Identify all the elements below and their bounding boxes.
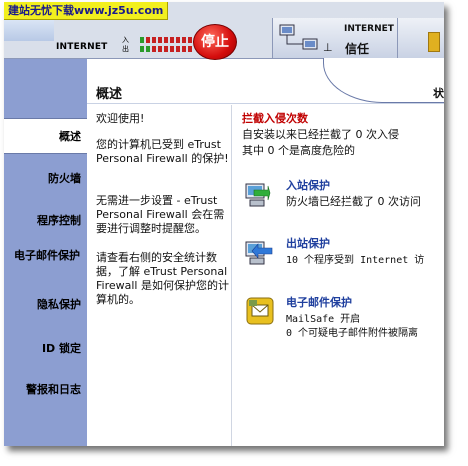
inbound-protection-link[interactable]: 入站保护 xyxy=(286,177,330,193)
content-header: 概述 状 xyxy=(87,58,444,104)
watermark: 建站无忧下载www.jz5u.com xyxy=(4,2,169,20)
stats-panel: 拦截入侵次数 自安装以来已经拦截了 0 次入侵 其中 0 个是高度危险的 入站保… xyxy=(232,105,444,446)
trust-label: 信任 xyxy=(345,42,370,56)
app-window: 建站无忧下载www.jz5u.com INTERNET 入 出 停止 INTER… xyxy=(4,2,444,446)
sidebar-item-program-control[interactable]: 程序控制 xyxy=(4,212,87,228)
review-text: 请查看右侧的安全统计数据，了解 eTrust Personal Firewall… xyxy=(96,251,229,306)
stop-button[interactable]: 停止 xyxy=(193,24,237,60)
header-curve xyxy=(323,58,444,103)
high-risk-count: 其中 0 个是高度危险的 xyxy=(242,144,355,157)
inbound-meter xyxy=(140,37,192,43)
sidebar-item-id-lock[interactable]: ID 锁定 xyxy=(4,340,87,356)
sidebar-item-email-protection[interactable]: 电子邮件保护 xyxy=(4,248,84,263)
sidebar-item-alerts-logs[interactable]: 警报和日志 xyxy=(4,381,87,397)
internet-zone-label: INTERNET xyxy=(56,42,108,52)
inbound-blocked-count: 防火墙已经拦截了 0 次访问 xyxy=(286,195,421,208)
outbound-protection-link[interactable]: 出站保护 xyxy=(286,235,330,251)
traffic-meter xyxy=(140,37,192,55)
setup-text: 无需进一步设置 - eTrust Personal Firewall 会在需要进… xyxy=(96,194,225,235)
quarantined-attachments-count: 0 个可疑电子邮件附件被隔离 xyxy=(286,328,419,339)
out-label: 出 xyxy=(122,45,129,53)
sidebar-item-overview[interactable]: 概述 xyxy=(4,118,87,154)
sidebar-item-privacy[interactable]: 隐私保护 xyxy=(4,296,87,312)
outbound-protection-icon xyxy=(245,241,273,265)
network-icon xyxy=(279,24,318,50)
email-protection-link[interactable]: 电子邮件保护 xyxy=(286,294,352,310)
outbound-meter xyxy=(140,46,192,52)
inbound-protection-icon xyxy=(245,183,271,207)
outbound-program-count: 10 个程序受到 Internet 访 xyxy=(286,255,425,266)
traffic-labels: 入 出 xyxy=(122,36,129,54)
intrusion-title: 拦截入侵次数 xyxy=(242,112,308,125)
network-zone-label: INTERNET xyxy=(344,24,394,34)
logo-strip xyxy=(4,19,54,41)
sidebar: 概述 防火墙 程序控制 电子邮件保护 隐私保护 ID 锁定 警报和日志 xyxy=(4,59,87,446)
sidebar-item-firewall[interactable]: 防火墙 xyxy=(4,170,87,186)
right-toolbar-panel xyxy=(398,18,444,58)
welcome-text: 欢迎使用! xyxy=(96,112,145,125)
protected-text: 您的计算机已受到 eTrust Personal Firewall 的保护! xyxy=(96,138,229,165)
lock-icon xyxy=(428,32,440,52)
trust-icon: ⊥ xyxy=(323,41,333,54)
page-title: 概述 xyxy=(96,87,123,102)
welcome-panel: 欢迎使用! 您的计算机已受到 eTrust Personal Firewall … xyxy=(87,105,232,446)
toolbar: 建站无忧下载www.jz5u.com INTERNET 入 出 停止 INTER… xyxy=(4,2,444,60)
mailsafe-status: MailSafe 开启 xyxy=(286,314,361,325)
intrusion-count: 自安装以来已经拦截了 0 次入侵 xyxy=(242,128,399,141)
network-zone-panel[interactable]: INTERNET ⊥ 信任 xyxy=(272,18,398,58)
status-tab-label[interactable]: 状 xyxy=(433,85,444,101)
email-protection-icon xyxy=(246,297,274,325)
in-label: 入 xyxy=(122,36,129,44)
